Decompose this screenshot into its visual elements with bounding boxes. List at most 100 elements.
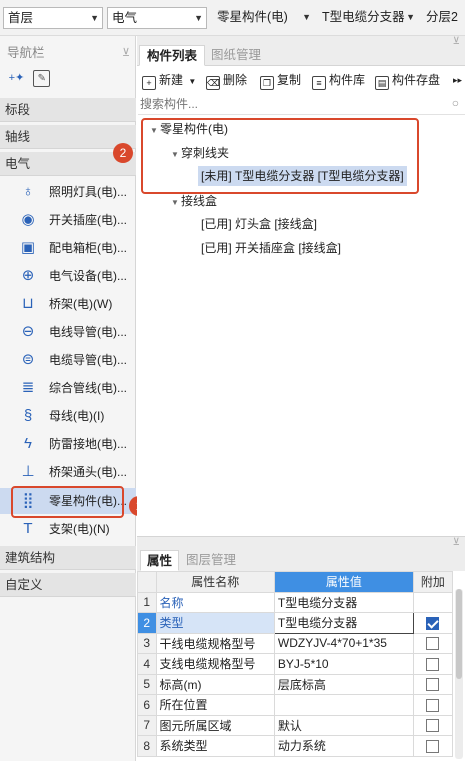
pin-icon[interactable]: ⊻ — [453, 537, 460, 548]
tab-properties[interactable]: 属性 — [140, 550, 180, 571]
nav-item-busbar[interactable]: § 母线(电)(I) — [0, 403, 136, 429]
search-icon[interactable]: ○ — [452, 96, 459, 110]
table-header-row: 属性名称 属性值 附加 — [137, 571, 454, 593]
delete-button[interactable]: ⌫ 删除 — [206, 71, 247, 90]
extra-checkbox[interactable] — [426, 657, 440, 671]
chevron-down-icon: ▼ — [406, 12, 415, 22]
tree-node-lamp-box[interactable]: [已用] 灯头盒 [接线盒] — [201, 214, 317, 234]
category-select[interactable]: 零星构件(电) ▼ — [213, 7, 314, 29]
lightning-ground-icon: ϟ — [24, 435, 32, 452]
row-number: 6 — [137, 694, 157, 716]
nav-item-lightning-ground[interactable]: ϟ 防雷接地(电)... — [0, 431, 136, 457]
table-row[interactable]: 7 图元所属区域 默认 — [137, 714, 454, 736]
component-tabs: 构件列表 图纸管理 ⊻ — [137, 36, 465, 66]
copy-button[interactable]: ❐ 复制 — [260, 71, 301, 90]
top-toolbar: 首层 ▼ 电气 ▼ 零星构件(电) ▼ T型电缆分支器 ▼ 分层2 — [0, 0, 465, 36]
property-value-input[interactable]: T型电缆分支器 — [273, 612, 414, 634]
add-sparkle-icon[interactable]: +✦ — [8, 70, 25, 87]
electrical-device-icon: ⊕ — [21, 267, 35, 284]
extra-checkbox[interactable] — [426, 616, 440, 630]
cable-conduit-icon: ⊜ — [21, 351, 35, 368]
row-number: 2 — [137, 612, 157, 634]
chevron-down-icon: ▼ — [171, 198, 179, 207]
tab-drawing-management[interactable]: 图纸管理 — [204, 45, 268, 66]
table-row[interactable]: 1 名称 T型电缆分支器 — [137, 591, 454, 613]
nav-item-cable-conduit[interactable]: ⊜ 电缆导管(电)... — [0, 347, 136, 373]
tree-node-group-junction-box[interactable]: ▼ 接线盒 — [171, 191, 217, 211]
table-row[interactable]: 2 类型 T型电缆分支器 — [137, 612, 454, 634]
property-value[interactable]: T型电缆分支器 — [273, 591, 414, 613]
tab-component-list[interactable]: 构件列表 — [139, 45, 206, 66]
nav-item-label: 桥架通头(电)... — [49, 465, 127, 479]
nav-item-tray-joint[interactable]: ⊥ 桥架通头(电)... — [0, 459, 136, 485]
header-property-value[interactable]: 属性值 — [273, 571, 414, 593]
scrollbar-thumb[interactable] — [456, 589, 462, 679]
nav-category-zidingyi[interactable]: 自定义 — [0, 573, 136, 597]
nav-item-label: 支架(电)(N) — [49, 522, 110, 536]
nav-item-tray[interactable]: ⊔ 桥架(电)(W) — [0, 291, 136, 317]
component-library-button[interactable]: ≡ 构件库 — [312, 71, 365, 90]
search-input[interactable] — [140, 95, 440, 113]
nav-item-electrical-device[interactable]: ⊕ 电气设备(电)... — [0, 263, 136, 289]
nav-item-label: 电线导管(电)... — [49, 325, 127, 339]
property-name: 标高(m) — [155, 673, 275, 695]
table-row[interactable]: 6 所在位置 — [137, 694, 454, 716]
more-icon[interactable]: ▸▸ — [453, 71, 462, 89]
property-name: 所在位置 — [155, 694, 275, 716]
bracket-icon: T — [23, 520, 33, 537]
save-component-button[interactable]: ▤ 构件存盘 — [375, 71, 440, 90]
nav-item-label: 母线(电)(I) — [49, 409, 105, 423]
property-value[interactable]: 层底标高 — [273, 673, 414, 695]
property-value[interactable] — [273, 694, 414, 716]
nav-item-misc-component[interactable]: ⣿ 零星构件(电)... — [0, 488, 136, 514]
chevron-down-icon: ▼ — [188, 77, 197, 86]
table-row[interactable]: 4 支线电缆规格型号 BYJ-5*10 — [137, 653, 454, 675]
tree-node-group-clamp[interactable]: ▼ 穿刺线夹 — [171, 143, 229, 163]
edit-icon[interactable]: ✎ — [33, 70, 51, 87]
copy-icon: ❐ — [260, 76, 274, 90]
component-select[interactable]: T型电缆分支器 ▼ — [318, 7, 418, 29]
tray-icon: ⊔ — [22, 295, 34, 312]
nav-item-wire-conduit[interactable]: ⊖ 电线导管(电)... — [0, 319, 136, 345]
nav-item-distribution-box[interactable]: ▣ 配电箱柜(电)... — [0, 235, 136, 261]
tree-node-t-branch[interactable]: [未用] T型电缆分支器 [T型电缆分支器] — [198, 166, 407, 186]
property-value[interactable]: 动力系统 — [273, 735, 414, 757]
extra-checkbox[interactable] — [426, 678, 440, 692]
pin-icon[interactable]: ⊻ — [453, 36, 460, 47]
extra-checkbox[interactable] — [426, 719, 440, 733]
property-value[interactable]: WDZYJV-4*70+1*35 — [273, 632, 414, 654]
nav-item-lighting[interactable]: ♁ 照明灯具(电)... — [0, 179, 136, 205]
discipline-select[interactable]: 电气 ▼ — [107, 7, 207, 29]
nav-header: 导航栏 ⊻ — [0, 42, 136, 64]
row-number: 8 — [137, 735, 157, 757]
table-row[interactable]: 5 标高(m) 层底标高 — [137, 673, 454, 695]
nav-item-label: 配电箱柜(电)... — [49, 241, 127, 255]
extra-checkbox[interactable] — [426, 637, 440, 651]
component-toolbar: + 新建 ▼ ⌫ 删除 ❐ 复制 ≡ 构件库 ▤ 构件存盘 ▸▸ — [137, 68, 465, 92]
nav-category-jianzhu[interactable]: 建筑结构 — [0, 546, 136, 570]
category-select-value: 零星构件(电) — [217, 10, 288, 24]
header-index — [137, 571, 157, 593]
discipline-select-value: 电气 — [112, 11, 138, 25]
layer-select[interactable]: 分层2 — [422, 7, 465, 29]
nav-item-switch-socket[interactable]: ◉ 开关插座(电)... — [0, 207, 136, 233]
tab-layer-management[interactable]: 图层管理 — [180, 550, 242, 571]
nav-item-bracket[interactable]: T 支架(电)(N) — [0, 516, 136, 542]
tree-node-switch-box[interactable]: [已用] 开关插座盒 [接线盒] — [201, 238, 341, 258]
tree-node-root[interactable]: ▼ 零星构件(电) — [150, 119, 228, 139]
table-row[interactable]: 3 干线电缆规格型号 WDZYJV-4*70+1*35 — [137, 632, 454, 654]
new-button[interactable]: + 新建 ▼ — [142, 71, 197, 90]
wire-conduit-icon: ⊖ — [21, 323, 35, 340]
property-value[interactable]: BYJ-5*10 — [273, 653, 414, 675]
properties-scrollbar[interactable] — [455, 589, 463, 759]
trash-icon: ⌫ — [206, 76, 220, 90]
nav-item-combined-pipeline[interactable]: ≣ 综合管线(电)... — [0, 375, 136, 401]
pin-icon[interactable]: ⊻ — [122, 42, 130, 64]
extra-checkbox[interactable] — [426, 739, 440, 753]
nav-title: 导航栏 — [7, 46, 45, 60]
extra-checkbox[interactable] — [426, 698, 440, 712]
nav-category-biaoduan[interactable]: 标段 — [0, 98, 136, 122]
floor-select[interactable]: 首层 ▼ — [3, 7, 103, 29]
property-value[interactable]: 默认 — [273, 714, 414, 736]
table-row[interactable]: 8 系统类型 动力系统 — [137, 735, 454, 757]
